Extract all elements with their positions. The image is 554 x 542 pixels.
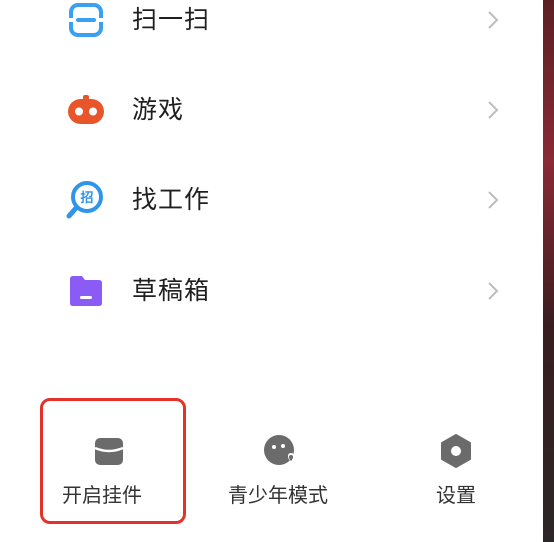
highlight-box [40,398,186,524]
chevron-right-icon [488,101,499,119]
side-drawer-panel: 扫一扫 游戏 招 找工作 草稿箱 开启挂件 青少年模式 设置 [0,0,543,542]
settings-label: 设置 [436,483,476,507]
menu-item-label: 找工作 [132,185,211,214]
teen-mode-button[interactable]: 青少年模式 [222,395,342,525]
scan-icon [69,3,103,37]
menu-item-scan[interactable]: 扫一扫 [0,0,543,55]
game-icon [68,95,104,124]
svg-text:招: 招 [80,190,93,206]
settings-button[interactable]: 设置 [420,395,492,525]
drafts-folder-icon [70,276,102,306]
background-content-strip [543,0,554,542]
chevron-right-icon [488,282,499,300]
settings-icon [441,434,471,468]
menu-item-drafts[interactable]: 草稿箱 [0,256,543,326]
scroll-fade [0,338,543,398]
teen-mode-label: 青少年模式 [228,483,328,507]
menu-item-game[interactable]: 游戏 [0,75,543,145]
chevron-right-icon [488,191,499,209]
chevron-right-icon [488,11,499,29]
menu-item-label: 游戏 [132,95,185,124]
menu-item-label: 草稿箱 [132,276,211,305]
menu-item-job-search[interactable]: 招 找工作 [0,165,543,235]
menu-item-label: 扫一扫 [132,5,211,34]
job-search-icon: 招 [66,181,103,219]
teen-mode-icon [264,435,294,465]
